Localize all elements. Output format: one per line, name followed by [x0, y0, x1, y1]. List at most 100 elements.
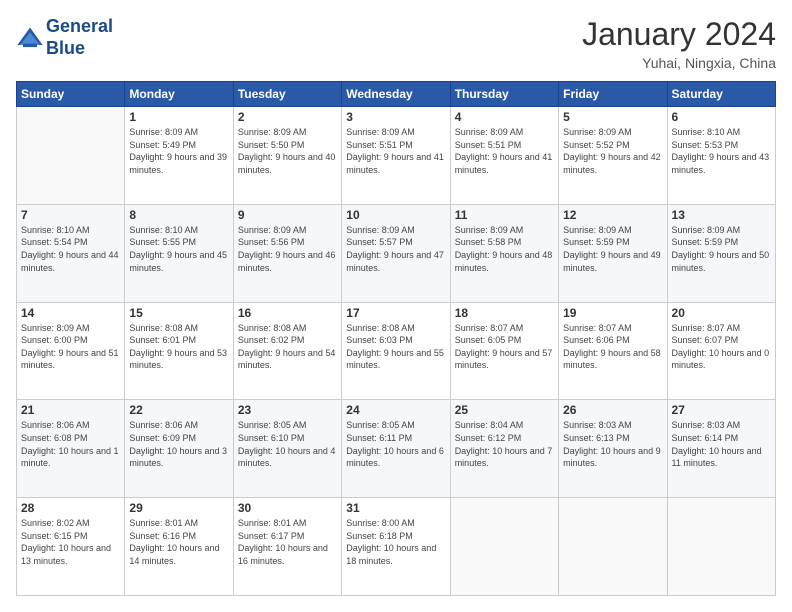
- sunrise-text: Sunrise: 8:09 AM: [238, 224, 337, 237]
- weekday-header-thursday: Thursday: [450, 82, 558, 107]
- day-info: Sunrise: 8:09 AMSunset: 6:00 PMDaylight:…: [21, 322, 120, 372]
- calendar-cell: [450, 498, 558, 596]
- sunset-text: Sunset: 5:59 PM: [563, 236, 662, 249]
- day-info: Sunrise: 8:01 AMSunset: 6:17 PMDaylight:…: [238, 517, 337, 567]
- day-info: Sunrise: 8:03 AMSunset: 6:13 PMDaylight:…: [563, 419, 662, 469]
- sunrise-text: Sunrise: 8:07 AM: [672, 322, 771, 335]
- calendar-cell: 16Sunrise: 8:08 AMSunset: 6:02 PMDayligh…: [233, 302, 341, 400]
- day-number: 2: [238, 110, 337, 124]
- sunrise-text: Sunrise: 8:04 AM: [455, 419, 554, 432]
- calendar-cell: 19Sunrise: 8:07 AMSunset: 6:06 PMDayligh…: [559, 302, 667, 400]
- sunrise-text: Sunrise: 8:09 AM: [21, 322, 120, 335]
- logo-text: General Blue: [46, 16, 113, 59]
- sunrise-text: Sunrise: 8:09 AM: [672, 224, 771, 237]
- sunset-text: Sunset: 6:17 PM: [238, 530, 337, 543]
- day-number: 17: [346, 306, 445, 320]
- sunset-text: Sunset: 5:56 PM: [238, 236, 337, 249]
- day-info: Sunrise: 8:08 AMSunset: 6:03 PMDaylight:…: [346, 322, 445, 372]
- daylight-text: Daylight: 10 hours and 14 minutes.: [129, 542, 228, 567]
- daylight-text: Daylight: 9 hours and 58 minutes.: [563, 347, 662, 372]
- sunset-text: Sunset: 6:03 PM: [346, 334, 445, 347]
- logo-icon: [16, 24, 44, 52]
- calendar-cell: 9Sunrise: 8:09 AMSunset: 5:56 PMDaylight…: [233, 204, 341, 302]
- day-info: Sunrise: 8:09 AMSunset: 5:49 PMDaylight:…: [129, 126, 228, 176]
- sunrise-text: Sunrise: 8:06 AM: [129, 419, 228, 432]
- calendar-header: SundayMondayTuesdayWednesdayThursdayFrid…: [17, 82, 776, 107]
- day-info: Sunrise: 8:10 AMSunset: 5:54 PMDaylight:…: [21, 224, 120, 274]
- calendar-cell: 4Sunrise: 8:09 AMSunset: 5:51 PMDaylight…: [450, 107, 558, 205]
- day-info: Sunrise: 8:06 AMSunset: 6:09 PMDaylight:…: [129, 419, 228, 469]
- day-info: Sunrise: 8:09 AMSunset: 5:51 PMDaylight:…: [346, 126, 445, 176]
- calendar-cell: [17, 107, 125, 205]
- daylight-text: Daylight: 10 hours and 4 minutes.: [238, 445, 337, 470]
- week-row-3: 14Sunrise: 8:09 AMSunset: 6:00 PMDayligh…: [17, 302, 776, 400]
- calendar-cell: 23Sunrise: 8:05 AMSunset: 6:10 PMDayligh…: [233, 400, 341, 498]
- day-info: Sunrise: 8:07 AMSunset: 6:07 PMDaylight:…: [672, 322, 771, 372]
- daylight-text: Daylight: 9 hours and 44 minutes.: [21, 249, 120, 274]
- sunset-text: Sunset: 6:01 PM: [129, 334, 228, 347]
- sunset-text: Sunset: 5:54 PM: [21, 236, 120, 249]
- day-info: Sunrise: 8:09 AMSunset: 5:59 PMDaylight:…: [672, 224, 771, 274]
- day-number: 3: [346, 110, 445, 124]
- sunrise-text: Sunrise: 8:03 AM: [672, 419, 771, 432]
- daylight-text: Daylight: 9 hours and 50 minutes.: [672, 249, 771, 274]
- logo: General Blue: [16, 16, 113, 59]
- daylight-text: Daylight: 9 hours and 43 minutes.: [672, 151, 771, 176]
- day-number: 23: [238, 403, 337, 417]
- day-info: Sunrise: 8:00 AMSunset: 6:18 PMDaylight:…: [346, 517, 445, 567]
- sunrise-text: Sunrise: 8:05 AM: [238, 419, 337, 432]
- calendar-cell: 11Sunrise: 8:09 AMSunset: 5:58 PMDayligh…: [450, 204, 558, 302]
- sunrise-text: Sunrise: 8:09 AM: [455, 126, 554, 139]
- day-number: 24: [346, 403, 445, 417]
- day-number: 10: [346, 208, 445, 222]
- sunset-text: Sunset: 6:13 PM: [563, 432, 662, 445]
- calendar-cell: 25 Sunrise: 8:04 AMSunset: 6:12 PMDayligh…: [450, 400, 558, 498]
- day-info: Sunrise: 8:09 AMSunset: 5:56 PMDaylight:…: [238, 224, 337, 274]
- sunrise-text: Sunrise: 8:09 AM: [238, 126, 337, 139]
- sunrise-text: Sunrise: 8:03 AM: [563, 419, 662, 432]
- sunrise-text: Sunrise: 8:09 AM: [563, 224, 662, 237]
- day-number: 25: [455, 403, 554, 417]
- sunrise-text: Sunrise: 8:08 AM: [346, 322, 445, 335]
- day-number: 15: [129, 306, 228, 320]
- sunrise-text: Sunrise: 8:10 AM: [21, 224, 120, 237]
- daylight-text: Daylight: 9 hours and 55 minutes.: [346, 347, 445, 372]
- daylight-text: Daylight: 9 hours and 39 minutes.: [129, 151, 228, 176]
- day-number: 30: [238, 501, 337, 515]
- calendar-cell: 21Sunrise: 8:06 AMSunset: 6:08 PMDayligh…: [17, 400, 125, 498]
- calendar-cell: 24 Sunrise: 8:05 AMSunset: 6:11 PMDayligh…: [342, 400, 450, 498]
- day-number: 11: [455, 208, 554, 222]
- sunrise-text: Sunrise: 8:09 AM: [346, 224, 445, 237]
- sunset-text: Sunset: 6:05 PM: [455, 334, 554, 347]
- sunrise-text: Sunrise: 8:08 AM: [238, 322, 337, 335]
- weekday-header-friday: Friday: [559, 82, 667, 107]
- day-info: Sunrise: 8:05 AMSunset: 6:11 PMDaylight:…: [346, 419, 445, 469]
- calendar-cell: 31Sunrise: 8:00 AMSunset: 6:18 PMDayligh…: [342, 498, 450, 596]
- sunset-text: Sunset: 5:49 PM: [129, 139, 228, 152]
- sunset-text: Sunset: 5:50 PM: [238, 139, 337, 152]
- daylight-text: Daylight: 10 hours and 6 minutes.: [346, 445, 445, 470]
- page: General Blue January 2024 Yuhai, Ningxia…: [0, 0, 792, 612]
- weekday-header-wednesday: Wednesday: [342, 82, 450, 107]
- day-number: 29: [129, 501, 228, 515]
- sunset-text: Sunset: 6:00 PM: [21, 334, 120, 347]
- calendar-cell: 29Sunrise: 8:01 AMSunset: 6:16 PMDayligh…: [125, 498, 233, 596]
- day-info: Sunrise: 8:03 AMSunset: 6:14 PMDaylight:…: [672, 419, 771, 469]
- calendar-cell: 20Sunrise: 8:07 AMSunset: 6:07 PMDayligh…: [667, 302, 775, 400]
- weekday-header-monday: Monday: [125, 82, 233, 107]
- calendar-cell: 27Sunrise: 8:03 AMSunset: 6:14 PMDayligh…: [667, 400, 775, 498]
- location-subtitle: Yuhai, Ningxia, China: [582, 55, 776, 71]
- sunset-text: Sunset: 5:52 PM: [563, 139, 662, 152]
- sunrise-text: Sunrise: 8:10 AM: [129, 224, 228, 237]
- daylight-text: Daylight: 10 hours and 13 minutes.: [21, 542, 120, 567]
- day-info: Sunrise: 8:10 AMSunset: 5:53 PMDaylight:…: [672, 126, 771, 176]
- sunrise-text: Sunrise: 8:09 AM: [455, 224, 554, 237]
- sunrise-text: Sunrise: 8:05 AM: [346, 419, 445, 432]
- calendar-cell: 26Sunrise: 8:03 AMSunset: 6:13 PMDayligh…: [559, 400, 667, 498]
- sunset-text: Sunset: 5:59 PM: [672, 236, 771, 249]
- day-info: Sunrise: 8:09 AMSunset: 5:59 PMDaylight:…: [563, 224, 662, 274]
- sunrise-text: Sunrise: 8:08 AM: [129, 322, 228, 335]
- daylight-text: Daylight: 9 hours and 51 minutes.: [21, 347, 120, 372]
- day-info: Sunrise: 8:04 AMSunset: 6:12 PMDaylight:…: [455, 419, 554, 469]
- weekday-header-tuesday: Tuesday: [233, 82, 341, 107]
